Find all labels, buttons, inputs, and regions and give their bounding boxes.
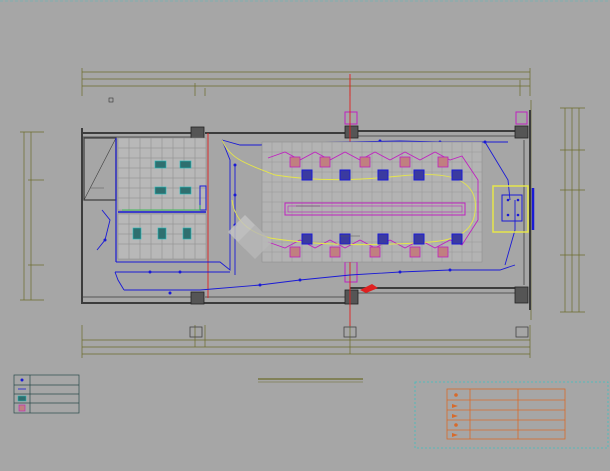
square-spot-icon [18,404,26,412]
panel-light-icon [17,395,27,402]
cad-floor-plan [0,0,610,471]
down-light-icon [20,378,24,382]
